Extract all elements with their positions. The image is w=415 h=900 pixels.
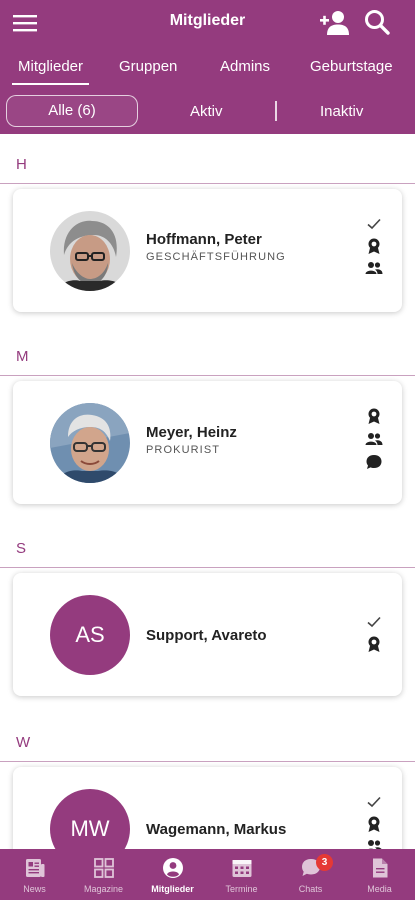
nav-chats[interactable]: 3 Chats <box>276 849 345 900</box>
group-icon <box>365 433 383 445</box>
chat-icon <box>366 455 382 469</box>
person-icon <box>163 858 183 878</box>
tab-geburtstage[interactable]: Geburtstage <box>310 58 393 75</box>
nav-media[interactable]: Media <box>345 849 414 900</box>
filter-divider <box>275 101 277 121</box>
member-name: Support, Avareto <box>146 627 267 644</box>
member-role: PROKURIST <box>146 444 221 456</box>
tab-admins[interactable]: Admins <box>220 58 270 75</box>
group-icon <box>365 262 383 274</box>
app-bar: Mitglieder <box>0 0 415 46</box>
search-icon <box>365 10 390 35</box>
top-bar: Mitglieder Mitglieder Gruppen Admins Geb… <box>0 0 415 134</box>
calendar-icon <box>232 860 252 877</box>
section-letter: W <box>16 734 31 751</box>
bottom-nav: News Magazine Mitglieder Termine 3 Chats… <box>0 849 415 900</box>
award-icon <box>368 408 380 424</box>
section-letter: H <box>16 156 27 173</box>
nav-label: News <box>23 884 46 894</box>
news-icon <box>26 859 45 877</box>
filter-all-chip[interactable]: Alle (6) <box>6 95 138 127</box>
grid-icon <box>94 858 114 878</box>
tab-mitglieder[interactable]: Mitglieder <box>11 58 90 85</box>
add-member-button[interactable] <box>318 6 350 38</box>
member-card-meyer[interactable]: Meyer, Heinz PROKURIST <box>13 381 402 504</box>
nav-label: Termine <box>225 884 258 894</box>
check-icon <box>367 218 381 230</box>
avatar-hoffmann <box>50 211 130 291</box>
award-icon <box>368 636 380 652</box>
tab-gruppen[interactable]: Gruppen <box>119 58 177 75</box>
filter-bar: Alle (6) Aktiv Inaktiv <box>0 92 415 130</box>
file-icon <box>373 858 388 878</box>
section-divider <box>0 761 415 762</box>
nav-termine[interactable]: Termine <box>207 849 276 900</box>
section-divider <box>0 183 415 184</box>
page-title: Mitglieder <box>169 12 246 29</box>
check-icon <box>367 796 381 808</box>
member-role: GESCHÄFTSFÜHRUNG <box>146 251 286 263</box>
nav-label: Mitglieder <box>151 884 194 894</box>
member-name: Meyer, Heinz <box>146 424 237 441</box>
nav-label: Magazine <box>83 884 124 894</box>
nav-magazine[interactable]: Magazine <box>69 849 138 900</box>
award-icon <box>368 238 380 254</box>
section-letter: S <box>16 540 27 557</box>
add-user-icon <box>320 11 349 35</box>
section-divider <box>0 567 415 568</box>
member-card-hoffmann[interactable]: Hoffmann, Peter GESCHÄFTSFÜHRUNG <box>13 189 402 312</box>
nav-news[interactable]: News <box>0 849 69 900</box>
nav-label: Media <box>367 884 392 894</box>
section-letter: M <box>16 348 29 365</box>
filter-active[interactable]: Aktiv <box>190 103 223 120</box>
member-name: Hoffmann, Peter <box>146 231 262 248</box>
member-card-support[interactable]: AS Support, Avareto <box>13 573 402 696</box>
unread-badge: 3 <box>316 854 333 871</box>
search-button[interactable] <box>362 7 392 37</box>
filter-inactive[interactable]: Inaktiv <box>320 103 363 120</box>
check-icon <box>367 616 381 628</box>
tab-bar: Mitglieder Gruppen Admins Geburtstage <box>0 52 415 86</box>
nav-mitglieder[interactable]: Mitglieder <box>138 849 207 900</box>
avatar-meyer <box>50 403 130 483</box>
nav-label: Chats <box>298 884 323 894</box>
member-name: Wagemann, Markus <box>146 821 287 838</box>
award-icon <box>368 816 380 832</box>
avatar-initials: AS <box>50 595 130 675</box>
section-divider <box>0 375 415 376</box>
